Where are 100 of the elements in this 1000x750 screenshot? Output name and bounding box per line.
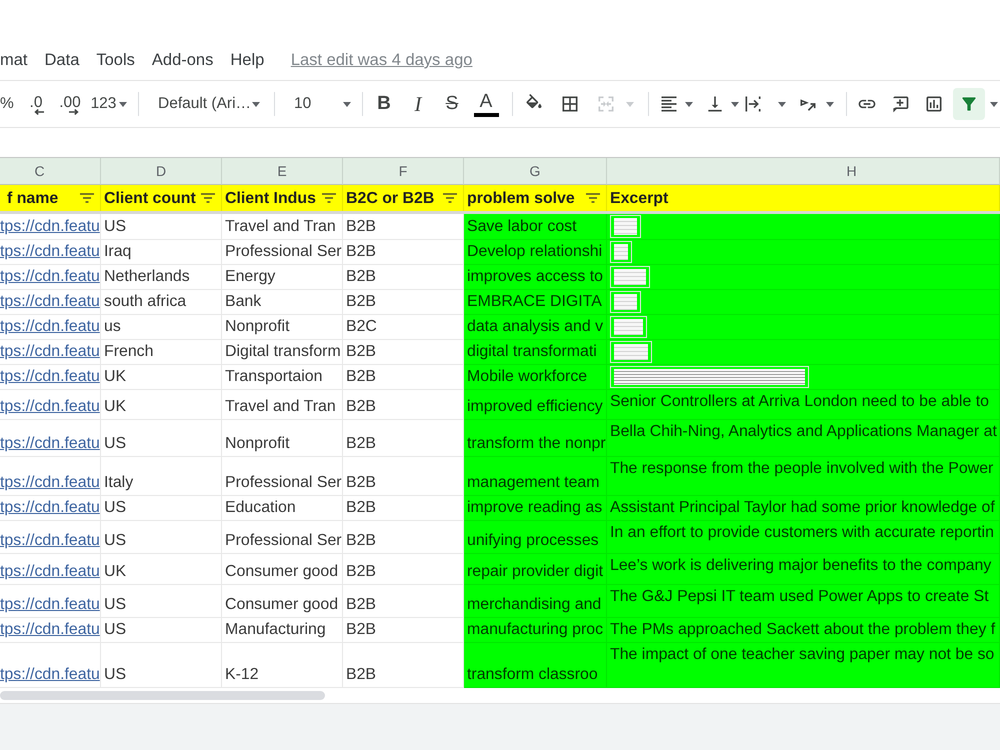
- percent-format-button[interactable]: %: [0, 88, 20, 120]
- document-thumbnail: [610, 341, 652, 363]
- filter-icon[interactable]: [586, 193, 600, 203]
- text-wrap-icon[interactable]: [743, 94, 763, 114]
- url-link[interactable]: tps://cdn.featu: [0, 398, 100, 416]
- table-cell: data analysis and v: [464, 315, 607, 340]
- filter-icon[interactable]: [201, 193, 215, 203]
- table-cell: Netherlands: [101, 265, 222, 290]
- strikethrough-button[interactable]: S: [435, 88, 469, 120]
- caret-icon[interactable]: [778, 102, 786, 106]
- table-cell: Travel and Tran: [222, 390, 343, 420]
- table-cell: Professional Ser: [222, 521, 343, 554]
- caret-icon[interactable]: [731, 102, 739, 106]
- table-cell: manufacturing proc: [464, 618, 607, 643]
- table-cell: The response from the people involved with the Power: [607, 457, 1000, 496]
- chart-icon[interactable]: [924, 94, 944, 114]
- table-cell: B2B: [343, 496, 464, 521]
- column-title: Client count: [104, 188, 196, 208]
- table-cell: Nonprofit: [222, 315, 343, 340]
- table-cell: Energy: [222, 265, 343, 290]
- table-cell: B2B: [343, 340, 464, 365]
- url-link[interactable]: tps://cdn.featu: [0, 318, 100, 336]
- table-cell: Senior Controllers at Arriva London need to be able to: [607, 390, 1000, 420]
- caret-icon: [119, 102, 128, 106]
- table-cell: The impact of one teacher saving paper may not be so: [607, 643, 1000, 688]
- table-cell: UK: [101, 554, 222, 585]
- url-link[interactable]: tps://cdn.featu: [0, 666, 100, 684]
- table-cell: The G&J Pepsi IT team used Power Apps to create St: [607, 585, 1000, 618]
- url-link[interactable]: tps://cdn.featu: [0, 563, 100, 581]
- filter-icon[interactable]: [322, 193, 336, 203]
- table-cell: transform classroo: [464, 643, 607, 688]
- url-link[interactable]: tps://cdn.featu: [0, 532, 100, 550]
- font-size-dropdown[interactable]: 10: [281, 88, 356, 120]
- column-title: B2C or B2B: [346, 188, 434, 208]
- url-link[interactable]: tps://cdn.featu: [0, 343, 100, 361]
- document-thumbnail: [610, 266, 650, 288]
- table-cell: French: [101, 340, 222, 365]
- url-link[interactable]: tps://cdn.featu: [0, 474, 100, 492]
- table-cell: Bank: [222, 290, 343, 315]
- table-cell: US: [101, 643, 222, 688]
- url-link[interactable]: tps://cdn.featu: [0, 243, 100, 261]
- caret-icon[interactable]: [685, 102, 693, 106]
- table-cell: Digital transform: [222, 340, 343, 365]
- table-cell: improves access to: [464, 265, 607, 290]
- text-color-button[interactable]: A: [469, 88, 503, 120]
- table-cell: B2B: [343, 214, 464, 240]
- italic-button[interactable]: I: [401, 88, 435, 120]
- caret-icon[interactable]: [826, 102, 834, 106]
- table-cell: Consumer good: [222, 585, 343, 618]
- scrollbar-thumb[interactable]: [0, 691, 325, 700]
- last-edit-link[interactable]: Last edit was 4 days ago: [290, 48, 472, 72]
- table-cell: unifying processes: [464, 521, 607, 554]
- table-cell: B2B: [343, 585, 464, 618]
- document-thumbnail: [610, 241, 632, 263]
- table-cell: B2B: [343, 420, 464, 457]
- left-arrow-icon: [34, 108, 44, 114]
- menu-item[interactable]: mat: [0, 48, 36, 72]
- bold-button[interactable]: B: [367, 88, 401, 120]
- decrease-decimal-button[interactable]: .0: [20, 88, 52, 120]
- url-link[interactable]: tps://cdn.featu: [0, 435, 100, 453]
- filter-icon[interactable]: [443, 193, 457, 203]
- table-cell: Nonprofit: [222, 420, 343, 457]
- caret-icon: [343, 102, 351, 106]
- table-cell: US: [101, 521, 222, 554]
- menu-item[interactable]: Data: [36, 48, 88, 72]
- table-cell: B2B: [343, 265, 464, 290]
- font-dropdown[interactable]: Default (Ari…: [147, 88, 268, 120]
- table-cell: improved efficiency: [464, 390, 607, 420]
- url-link[interactable]: tps://cdn.featu: [0, 596, 100, 614]
- number-format-dropdown[interactable]: 123: [88, 88, 130, 120]
- url-link[interactable]: tps://cdn.featu: [0, 621, 100, 639]
- table-cell: digital transformati: [464, 340, 607, 365]
- table-cell: Consumer good: [222, 554, 343, 585]
- url-link[interactable]: tps://cdn.featu: [0, 499, 100, 517]
- table-cell: B2B: [343, 390, 464, 420]
- url-link[interactable]: tps://cdn.featu: [0, 218, 100, 236]
- table-cell: B2B: [343, 554, 464, 585]
- grid-icon[interactable]: [560, 94, 580, 114]
- menu-item[interactable]: Tools: [88, 48, 144, 72]
- url-link[interactable]: tps://cdn.featu: [0, 293, 100, 311]
- filter-icon[interactable]: [80, 193, 94, 203]
- table-cell: US: [101, 420, 222, 457]
- table-cell: us: [101, 315, 222, 340]
- caret-icon[interactable]: [990, 102, 998, 106]
- url-link[interactable]: tps://cdn.featu: [0, 368, 100, 386]
- increase-decimal-button[interactable]: .00: [52, 88, 88, 120]
- menu-item[interactable]: Help: [222, 48, 273, 72]
- table-cell: Transportaion: [222, 365, 343, 390]
- table-cell: UK: [101, 365, 222, 390]
- menu-item[interactable]: Add-ons: [143, 48, 222, 72]
- filter-button[interactable]: [953, 88, 985, 120]
- caret-icon: [252, 102, 260, 106]
- align-left-icon[interactable]: [659, 94, 679, 114]
- table-cell: merchandising and: [464, 585, 607, 618]
- table-cell: The PMs approached Sackett about the problem they f: [607, 618, 1000, 643]
- table-cell: Education: [222, 496, 343, 521]
- column-title: Excerpt: [610, 188, 668, 208]
- table-cell: Professional Ser: [222, 240, 343, 265]
- url-link[interactable]: tps://cdn.featu: [0, 268, 100, 286]
- column-title: problem solve: [467, 188, 575, 208]
